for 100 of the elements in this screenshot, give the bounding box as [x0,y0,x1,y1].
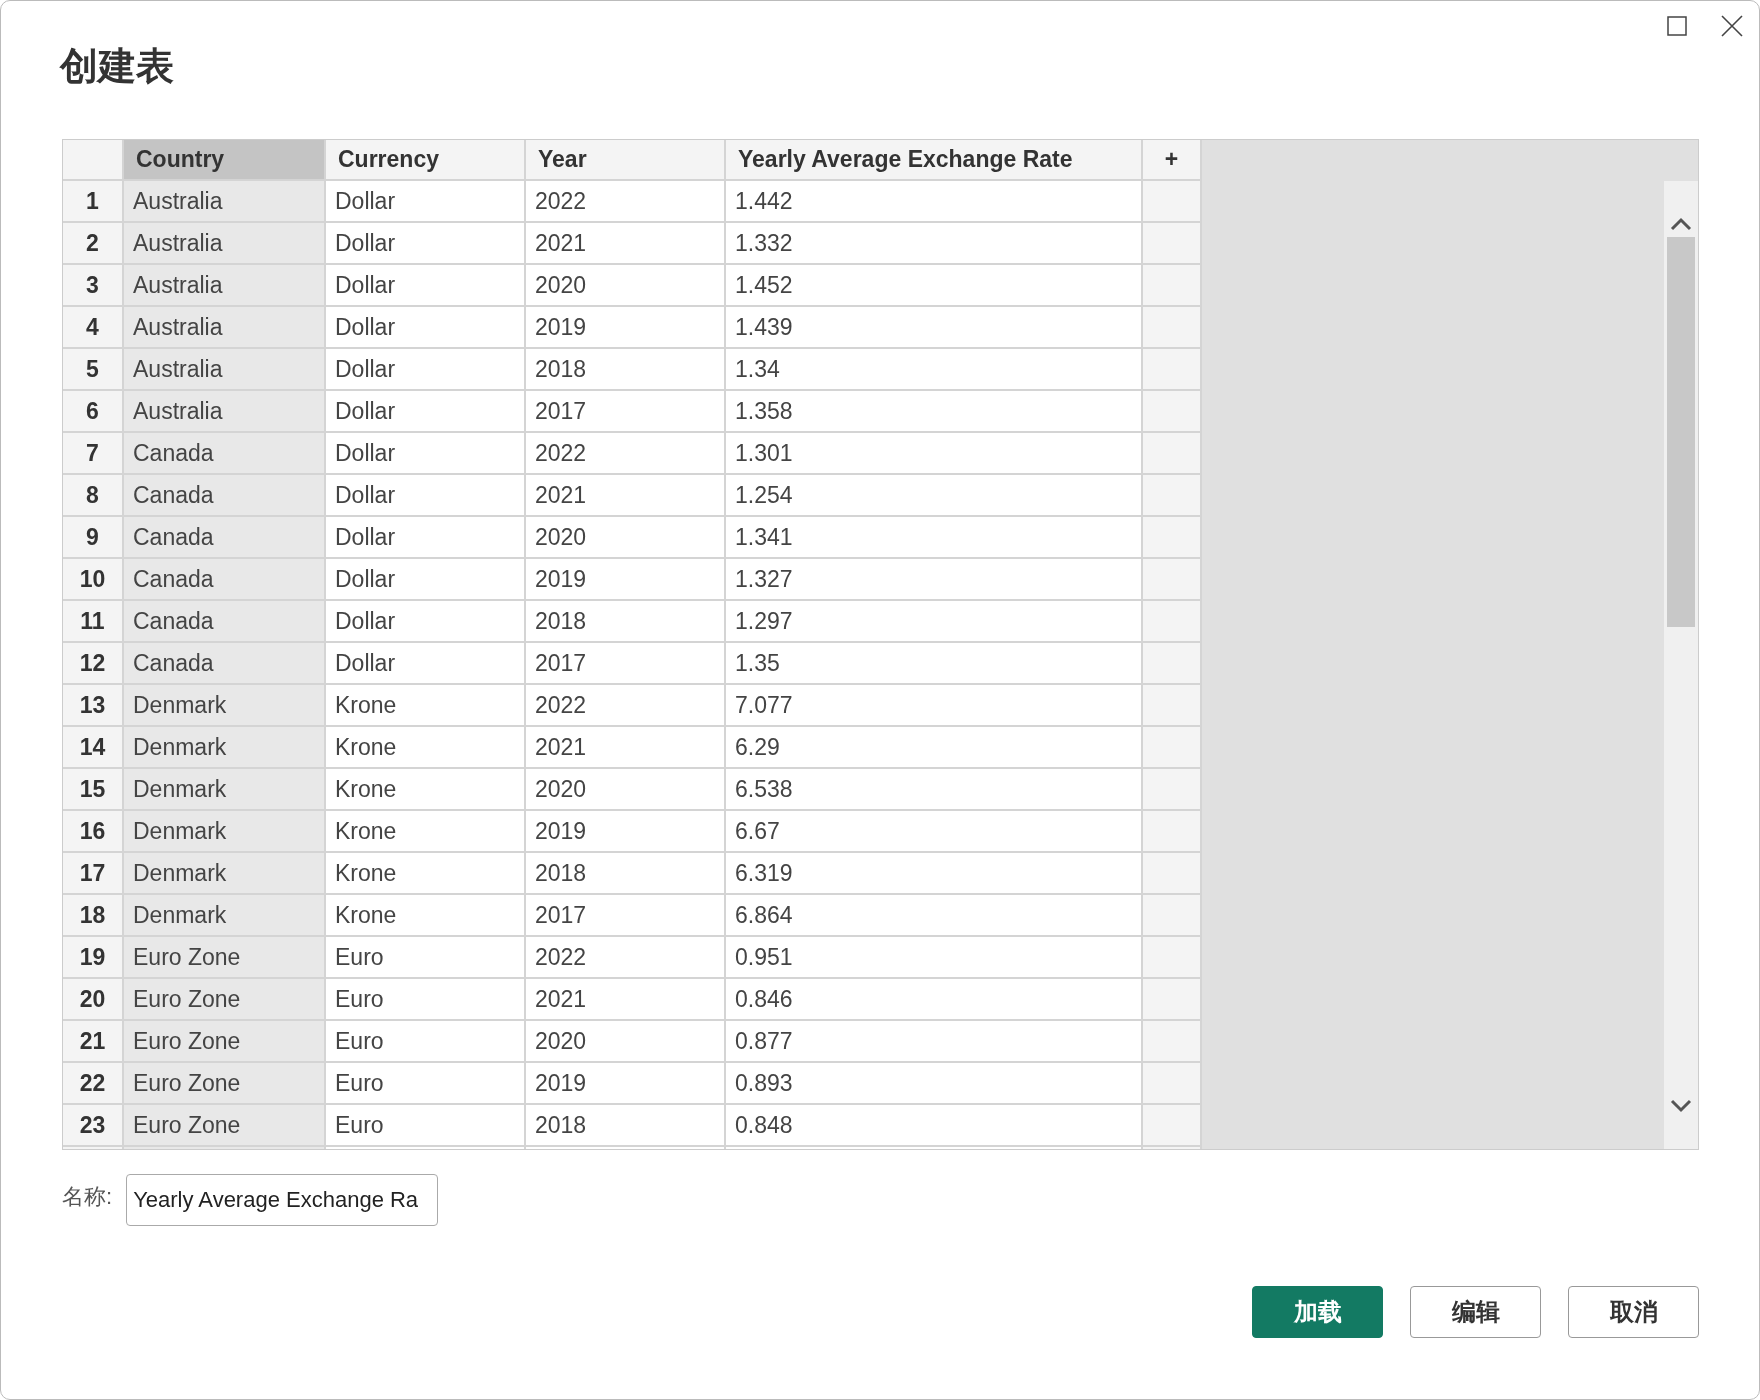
table-cell: 0.893 [726,1063,1143,1105]
table-cell: 0.951 [726,937,1143,979]
add-column-button[interactable]: + [1143,140,1202,181]
table-cell: 0.877 [726,1021,1143,1063]
table-cell: 2019 [526,1063,726,1105]
table-cell: Denmark [124,685,326,727]
table-cell: 2019 [526,811,726,853]
table-cell: Dollar [326,559,526,601]
table-cell: 2020 [526,769,726,811]
table-cell: 2021 [526,727,726,769]
name-field[interactable]: Yearly Average Exchange Ra [126,1174,439,1226]
table-cell: Dollar [326,223,526,265]
table-cell: Canada [124,475,326,517]
table-cell: 2018 [526,349,726,391]
table-cell: 2018 [526,601,726,643]
table-cell: 6.29 [726,727,1143,769]
row-number: 14 [63,727,124,769]
row-number: 3 [63,265,124,307]
table-cell: Euro Zone [124,1021,326,1063]
maximize-icon[interactable] [1667,16,1687,36]
table-cell: 2020 [526,517,726,559]
table-cell: Krone [326,853,526,895]
table-cell: 1.452 [726,265,1143,307]
table-cell: Australia [124,181,326,223]
table-cell: Denmark [124,769,326,811]
table-cell: Dollar [326,433,526,475]
table-cell: 2021 [526,223,726,265]
row-number: 5 [63,349,124,391]
close-icon[interactable] [1721,15,1743,37]
table-cell: 1.327 [726,559,1143,601]
table-cell: 1.358 [726,391,1143,433]
table-cell: 2020 [526,265,726,307]
table-cell: Australia [124,265,326,307]
chevron-up-icon[interactable] [1670,217,1692,231]
column-header[interactable]: Country [124,140,326,181]
row-number: 10 [63,559,124,601]
column-header[interactable]: Currency [326,140,526,181]
table-cell: 1.301 [726,433,1143,475]
table-cell: Euro Zone [124,1063,326,1105]
table-cell: 2020 [526,1021,726,1063]
column-header[interactable]: Yearly Average Exchange Rate [726,140,1143,181]
table-cell: Dollar [326,307,526,349]
row-number: 19 [63,937,124,979]
table-cell: 1.34 [726,349,1143,391]
table-cell: Canada [124,433,326,475]
row-number: 8 [63,475,124,517]
table-cell: 6.319 [726,853,1143,895]
table-cell: 6.864 [726,895,1143,937]
row-number: 17 [63,853,124,895]
table-cell: 1.442 [726,181,1143,223]
table-cell: Dollar [326,181,526,223]
table-cell: Euro [326,1063,526,1105]
row-number: 21 [63,1021,124,1063]
table-cell: 2018 [526,853,726,895]
table-cell: 2022 [526,433,726,475]
table-cell: 2017 [526,391,726,433]
dialog-button[interactable]: 编辑 [1410,1286,1541,1338]
chevron-down-icon[interactable] [1670,1099,1692,1113]
table-cell: 2022 [526,685,726,727]
table-cell: Krone [326,727,526,769]
dialog-button[interactable]: 加载 [1252,1286,1383,1338]
table-cell: Dollar [326,517,526,559]
dialog-button[interactable]: 取消 [1568,1286,1699,1338]
table-cell: Krone [326,895,526,937]
table-cell: Euro [326,937,526,979]
table-cell: Canada [124,517,326,559]
row-number: 13 [63,685,124,727]
table-cell: 1.439 [726,307,1143,349]
table-cell: 0.848 [726,1105,1143,1147]
table-cell: Dollar [326,601,526,643]
scrollbar-thumb[interactable] [1667,237,1695,627]
row-number: 15 [63,769,124,811]
row-number: 2 [63,223,124,265]
table-cell: 6.538 [726,769,1143,811]
row-number: 7 [63,433,124,475]
row-number: 11 [63,601,124,643]
table-cell: Denmark [124,853,326,895]
table-cell: Denmark [124,895,326,937]
table-cell: Canada [124,601,326,643]
table-cell: Krone [326,685,526,727]
table-cell: Euro [326,1105,526,1147]
row-number: 4 [63,307,124,349]
table-cell: 0.846 [726,979,1143,1021]
table-cell: 2019 [526,307,726,349]
table-cell: Canada [124,559,326,601]
row-number: 12 [63,643,124,685]
table-cell: 2022 [526,181,726,223]
table-cell: Euro [326,979,526,1021]
table-cell: 2017 [526,895,726,937]
table-cell: Dollar [326,643,526,685]
table-cell: Denmark [124,811,326,853]
column-header[interactable]: Year [526,140,726,181]
table-cell: Euro Zone [124,937,326,979]
table-cell: 2019 [526,559,726,601]
table-cell: Krone [326,769,526,811]
row-number: 20 [63,979,124,1021]
row-number: 6 [63,391,124,433]
table-cell: Dollar [326,265,526,307]
table-cell: Dollar [326,475,526,517]
table-cell: 1.341 [726,517,1143,559]
